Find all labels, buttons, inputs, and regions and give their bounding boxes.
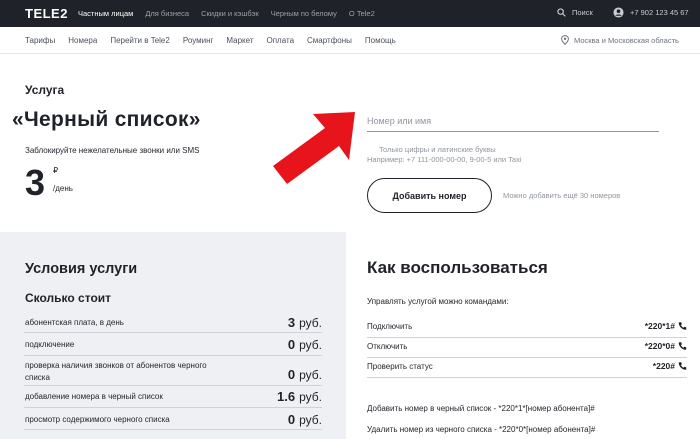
location-pin-icon xyxy=(561,35,569,45)
service-description: Заблокируйте нежелательные звонки или SM… xyxy=(25,146,200,155)
howto-title: Как воспользоваться xyxy=(367,258,548,277)
phone-icon[interactable] xyxy=(678,341,687,351)
nav-item-help[interactable]: Помощь xyxy=(365,36,396,45)
howto-intro: Управлять услугой можно командами: xyxy=(367,297,509,306)
price-period: /день xyxy=(53,184,73,193)
pricing-value: 1.6 xyxy=(277,389,296,404)
pricing-row: абонентская плата, в день 3 руб. xyxy=(24,312,322,333)
top-nav-black-on-white[interactable]: Черным по белому xyxy=(271,9,337,18)
pricing-unit: руб. xyxy=(299,390,322,404)
pricing-unit: руб. xyxy=(299,368,322,382)
top-nav-discounts[interactable]: Скидки и кэшбэк xyxy=(201,9,259,18)
add-number-button[interactable]: Добавить номер xyxy=(367,178,492,213)
pricing-value: 0 xyxy=(287,337,296,352)
pricing-row: подключение 0 руб. xyxy=(24,333,322,356)
pricing-row: проверка наличия звонков от абонентов че… xyxy=(24,356,322,386)
pricing-unit: руб. xyxy=(299,413,322,427)
nav-item-smartphones[interactable]: Смартфоны xyxy=(307,36,352,45)
top-nav-business[interactable]: Для бизнеса xyxy=(145,9,189,18)
account-button[interactable]: +7 902 123 45 67 xyxy=(613,7,689,18)
command-code[interactable]: *220# xyxy=(653,361,675,371)
region-label: Москва и Московская область xyxy=(574,35,679,45)
pricing-row: добавление номера в черный список 1.6 руб… xyxy=(24,386,322,408)
nav-item-numbers[interactable]: Номера xyxy=(68,36,97,45)
red-arrow-icon xyxy=(273,112,355,184)
command-code[interactable]: *220*0# xyxy=(645,341,675,351)
search-button[interactable]: Поиск xyxy=(557,8,593,17)
remove-number-command: Удалить номер из черного списка - *220*0… xyxy=(367,425,596,434)
top-nav: Частным лицам Для бизнеса Скидки и кэшбэ… xyxy=(78,0,387,27)
region-selector[interactable]: Москва и Московская область xyxy=(561,35,679,45)
command-row: Подключить *220*1# xyxy=(367,318,687,338)
conditions-panel: Условия услуги Сколько стоит абонентская… xyxy=(0,232,346,439)
phone-icon[interactable] xyxy=(678,321,687,331)
command-label: Отключить xyxy=(367,342,408,351)
pricing-label: абонентская плата, в день xyxy=(25,318,124,327)
main-nav: Тарифы Номера Перейти в Tele2 Роуминг Ма… xyxy=(0,27,700,54)
price-value: 3 xyxy=(25,162,46,203)
nav-item-tariffs[interactable]: Тарифы xyxy=(25,36,55,45)
nav-item-payment[interactable]: Оплата xyxy=(267,36,295,45)
pricing-subtitle: Сколько стоит xyxy=(25,291,112,305)
nav-item-switch[interactable]: Перейти в Tele2 xyxy=(110,36,170,45)
pricing-value: 0 xyxy=(287,412,296,427)
conditions-title: Условия услуги xyxy=(25,261,138,277)
input-hint: Только цифры и латинские буквы xyxy=(379,145,496,154)
pricing-value: 0 xyxy=(287,367,296,382)
top-nav-about[interactable]: О Tele2 xyxy=(349,9,375,18)
account-phone: +7 902 123 45 67 xyxy=(630,8,689,17)
search-label: Поиск xyxy=(572,8,593,17)
tele2-logo[interactable]: TELE2 xyxy=(25,6,68,21)
pricing-label: просмотр содержимого черного списка xyxy=(25,415,170,424)
page-title: «Черный список» xyxy=(12,108,201,131)
command-label: Проверить статус xyxy=(367,362,433,371)
price-currency: ₽ xyxy=(53,166,59,175)
user-icon xyxy=(613,7,624,18)
pricing-value: 3 xyxy=(287,315,296,330)
remaining-numbers-note: Можно добавить ещё 30 номеров xyxy=(503,191,621,200)
nav-item-roaming[interactable]: Роуминг xyxy=(183,36,214,45)
command-code[interactable]: *220*1# xyxy=(645,321,675,331)
pricing-label: добавление номера в черный список xyxy=(25,392,163,401)
top-bar: TELE2 Частным лицам Для бизнеса Скидки и… xyxy=(0,0,700,27)
number-or-name-input[interactable] xyxy=(367,110,659,132)
command-row: Отключить *220*0# xyxy=(367,338,687,358)
pricing-label: подключение xyxy=(25,340,75,349)
add-number-command: Добавить номер в черный список - *220*1*… xyxy=(367,404,595,413)
pricing-unit: руб. xyxy=(299,316,322,330)
phone-icon[interactable] xyxy=(678,361,687,371)
command-label: Подключить xyxy=(367,322,413,331)
top-nav-private[interactable]: Частным лицам xyxy=(78,9,133,18)
input-example: Например: +7 111-000-00-00, 9-00-5 или T… xyxy=(367,155,522,164)
pricing-row: просмотр содержимого черного списка 0 руб… xyxy=(24,408,322,430)
nav-item-market[interactable]: Маркет xyxy=(226,36,253,45)
pricing-label: проверка наличия звонков от абонентов че… xyxy=(25,361,207,382)
pricing-unit: руб. xyxy=(299,338,322,352)
search-icon xyxy=(557,8,566,17)
service-kicker: Услуга xyxy=(25,83,65,97)
command-row: Проверить статус *220# xyxy=(367,358,687,378)
